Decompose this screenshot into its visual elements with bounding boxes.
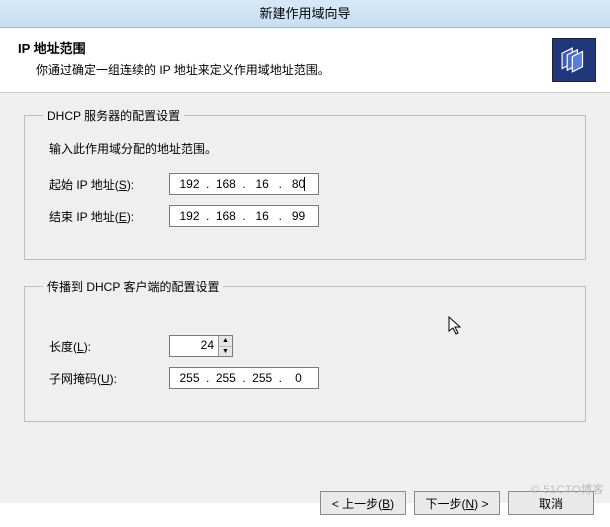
wizard-icon	[552, 38, 596, 82]
start-ip-input[interactable]: 192. 168. 16. 80	[169, 173, 319, 195]
row-subnet-mask: 子网掩码(U): 255. 255. 255. 0	[49, 367, 567, 389]
length-value[interactable]: 24	[170, 336, 218, 356]
window-titlebar: 新建作用域向导	[0, 0, 610, 28]
length-label: 长度(L):	[49, 338, 169, 355]
back-button[interactable]: < 上一步(B)	[320, 491, 406, 515]
ip-octet[interactable]: 168	[210, 177, 241, 191]
spinner-up-icon[interactable]: ▲	[219, 336, 232, 347]
ip-octet[interactable]: 255	[174, 371, 205, 385]
end-ip-input[interactable]: 192. 168. 16. 99	[169, 205, 319, 227]
wizard-header: IP 地址范围 你通过确定一组连续的 IP 地址来定义作用域地址范围。	[0, 28, 610, 93]
next-button[interactable]: 下一步(N) >	[414, 491, 500, 515]
ip-octet[interactable]: 80	[283, 177, 314, 192]
server-hint: 输入此作用域分配的地址范围。	[49, 140, 567, 157]
ip-octet[interactable]: 192	[174, 177, 205, 191]
group-server-legend: DHCP 服务器的配置设置	[43, 107, 184, 124]
group-client-legend: 传播到 DHCP 客户端的配置设置	[43, 278, 223, 295]
length-spinner[interactable]: 24 ▲ ▼	[169, 335, 233, 357]
subnet-mask-input[interactable]: 255. 255. 255. 0	[169, 367, 319, 389]
spinner-down-icon[interactable]: ▼	[219, 347, 232, 357]
page-subtitle: 你通过确定一组连续的 IP 地址来定义作用域地址范围。	[36, 61, 592, 78]
wizard-body: DHCP 服务器的配置设置 输入此作用域分配的地址范围。 起始 IP 地址(S)…	[0, 93, 610, 503]
end-ip-label: 结束 IP 地址(E):	[49, 208, 169, 225]
ip-octet[interactable]: 168	[210, 209, 241, 223]
watermark: © 51CTO博客	[531, 481, 604, 497]
text-caret	[304, 177, 305, 191]
start-ip-label: 起始 IP 地址(S):	[49, 176, 169, 193]
ip-octet[interactable]: 16	[247, 209, 278, 223]
group-dhcp-client-settings: 传播到 DHCP 客户端的配置设置 长度(L): 24 ▲ ▼ 子网掩码(U):…	[24, 278, 586, 422]
row-length: 长度(L): 24 ▲ ▼	[49, 335, 567, 357]
row-start-ip: 起始 IP 地址(S): 192. 168. 16. 80	[49, 173, 567, 195]
ip-octet[interactable]: 99	[283, 209, 314, 223]
ip-octet[interactable]: 192	[174, 209, 205, 223]
ip-octet[interactable]: 16	[247, 177, 278, 191]
ip-octet[interactable]: 255	[247, 371, 278, 385]
subnet-mask-label: 子网掩码(U):	[49, 370, 169, 387]
ip-octet[interactable]: 0	[283, 371, 314, 385]
group-dhcp-server-settings: DHCP 服务器的配置设置 输入此作用域分配的地址范围。 起始 IP 地址(S)…	[24, 107, 586, 260]
window-title: 新建作用域向导	[259, 6, 350, 21]
row-end-ip: 结束 IP 地址(E): 192. 168. 16. 99	[49, 205, 567, 227]
page-title: IP 地址范围	[18, 38, 592, 57]
ip-octet[interactable]: 255	[210, 371, 241, 385]
